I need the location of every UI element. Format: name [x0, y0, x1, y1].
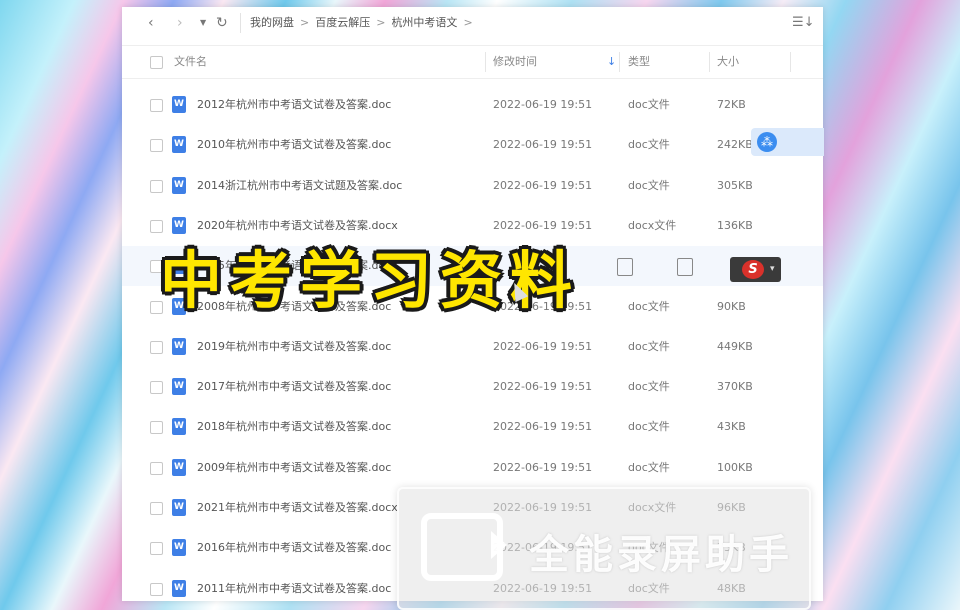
file-name[interactable]: 2014浙江杭州市中考语文试题及答案.doc	[197, 166, 402, 206]
word-doc-icon: W	[172, 418, 186, 436]
watermark-text: 全能录屏助手	[529, 532, 793, 578]
table-row[interactable]: W 2009年杭州市中考语文试卷及答案.doc 2022-06-19 19:51 do…	[122, 448, 823, 488]
file-type: doc文件	[628, 299, 670, 313]
row-checkbox[interactable]	[150, 461, 163, 475]
file-info-icon[interactable]	[677, 258, 693, 276]
table-row[interactable]: W 2019年杭州市中考语文试卷及答案.doc 2022-06-19 19:51 do…	[122, 327, 823, 367]
word-doc-icon: W	[172, 136, 186, 154]
word-doc-icon: W	[172, 579, 186, 597]
row-checkbox[interactable]	[150, 99, 163, 112]
back-icon[interactable]: ‹	[148, 7, 154, 39]
row-checkbox[interactable]	[150, 139, 163, 153]
row-checkbox[interactable]	[150, 502, 163, 515]
word-doc-icon: W	[172, 539, 186, 557]
file-modified-time: 2022-06-19 19:51	[493, 178, 593, 192]
file-type: doc文件	[628, 460, 670, 474]
breadcrumb-separator: >	[376, 16, 386, 29]
word-doc-icon: W	[172, 337, 186, 355]
header-type[interactable]: 类型	[628, 46, 650, 78]
table-row[interactable]: W 2018年杭州市中考语文试卷及答案.doc 2022-06-19 19:51 do…	[122, 407, 823, 447]
select-all-checkbox[interactable]	[150, 56, 163, 69]
file-modified-time: 2022-06-19 19:51	[493, 460, 593, 474]
table-row[interactable]: W 2014浙江杭州市中考语文试题及答案.doc 2022-06-19 19:51 d…	[122, 166, 823, 206]
file-name[interactable]: 2021年杭州市中考语文试卷及答案.docx	[197, 488, 398, 528]
table-row[interactable]: W 2012年杭州市中考语文试卷及答案.doc 2022-06-19 19:51 do…	[122, 85, 823, 125]
side-assistant-badge[interactable]: ⁂	[751, 128, 824, 156]
file-size: 305KB	[717, 178, 753, 192]
delete-file-icon[interactable]	[617, 258, 633, 276]
file-name[interactable]: 2016年杭州市中考语文试卷及答案.doc	[197, 528, 391, 568]
breadcrumb: 我的网盘 > 百度云解压 > 杭州中考语文 >	[250, 7, 479, 39]
chevron-down-icon[interactable]: ▾	[770, 264, 775, 274]
file-size: 370KB	[717, 380, 753, 394]
breadcrumb-separator: >	[463, 16, 473, 29]
header-name[interactable]: 文件名	[174, 46, 207, 78]
file-modified-time: 2022-06-19 19:51	[493, 420, 593, 434]
overlay-title: 中考学习资料	[160, 244, 581, 317]
file-modified-time: 2022-06-19 19:51	[493, 339, 593, 353]
row-checkbox[interactable]	[150, 582, 163, 596]
word-doc-icon: W	[172, 176, 186, 194]
breadcrumb-item[interactable]: 百度云解压	[315, 7, 370, 39]
row-checkbox[interactable]	[150, 340, 163, 354]
file-name[interactable]: 2009年杭州市中考语文试卷及答案.doc	[197, 448, 391, 488]
sort-arrow-icon[interactable]: ↓	[607, 46, 616, 78]
file-size: 90KB	[717, 299, 746, 313]
file-size: 449KB	[717, 339, 753, 353]
file-type: doc文件	[628, 178, 670, 192]
file-type: docx文件	[628, 218, 677, 232]
refresh-icon[interactable]: ↻	[216, 7, 228, 39]
file-size: 136KB	[717, 218, 753, 232]
file-type: doc文件	[628, 138, 670, 152]
file-type: doc文件	[628, 420, 670, 434]
file-size: 43KB	[717, 420, 746, 434]
table-row[interactable]: W 2017年杭州市中考语文试卷及答案.doc 2022-06-19 19:51 do…	[122, 367, 823, 407]
header-modified[interactable]: 修改时间	[493, 46, 537, 78]
word-doc-icon: W	[172, 96, 186, 113]
file-type: doc文件	[628, 98, 670, 111]
toolbar: ‹ › ▼ ↻ 我的网盘 > 百度云解压 > 杭州中考语文 > ☰↓	[122, 7, 823, 39]
file-modified-time: 2022-06-19 19:51	[493, 380, 593, 394]
word-doc-icon: W	[172, 378, 186, 396]
file-name[interactable]: 2011年杭州市中考语文试卷及答案.doc	[197, 569, 391, 601]
file-name[interactable]: 2018年杭州市中考语文试卷及答案.doc	[197, 407, 391, 447]
breadcrumb-item[interactable]: 我的网盘	[250, 7, 294, 39]
row-checkbox[interactable]	[150, 179, 163, 193]
row-checkbox[interactable]	[150, 421, 163, 435]
word-doc-icon: W	[172, 458, 186, 476]
caret-down-icon[interactable]: ▼	[200, 7, 206, 39]
column-header: 文件名 修改时间 ↓ 类型 大小	[122, 45, 823, 79]
file-type: doc文件	[628, 339, 670, 353]
word-doc-icon: W	[172, 499, 186, 516]
row-checkbox[interactable]	[150, 542, 163, 556]
file-size: 72KB	[717, 98, 746, 111]
cloud-logo-icon: ⁂	[757, 132, 777, 152]
file-name[interactable]: 2019年杭州市中考语文试卷及答案.doc	[197, 327, 391, 367]
row-checkbox[interactable]	[150, 381, 163, 395]
app-taskbar-button[interactable]: S ▾	[730, 257, 781, 282]
sort-list-icon[interactable]: ☰↓	[792, 7, 815, 39]
file-size: 100KB	[717, 460, 753, 474]
file-modified-time: 2022-06-19 19:51	[493, 98, 593, 111]
forward-icon[interactable]: ›	[177, 7, 183, 39]
header-size[interactable]: 大小	[717, 46, 739, 78]
recorder-watermark: 全能录屏助手	[397, 487, 811, 610]
app-logo-icon: S	[742, 260, 764, 279]
breadcrumb-item[interactable]: 杭州中考语文	[391, 7, 457, 39]
file-name[interactable]: 2010年杭州市中考语文试卷及答案.doc	[197, 125, 391, 165]
file-modified-time: 2022-06-19 19:51	[493, 138, 593, 152]
file-name[interactable]: 2012年杭州市中考语文试卷及答案.doc	[197, 85, 391, 125]
camera-icon	[421, 513, 507, 581]
file-size: 242KB	[717, 138, 753, 152]
breadcrumb-separator: >	[300, 16, 310, 29]
file-type: doc文件	[628, 380, 670, 394]
table-row[interactable]: W 2010年杭州市中考语文试卷及答案.doc 2022-06-19 19:51 do…	[122, 125, 823, 165]
file-name[interactable]: 2017年杭州市中考语文试卷及答案.doc	[197, 367, 391, 407]
